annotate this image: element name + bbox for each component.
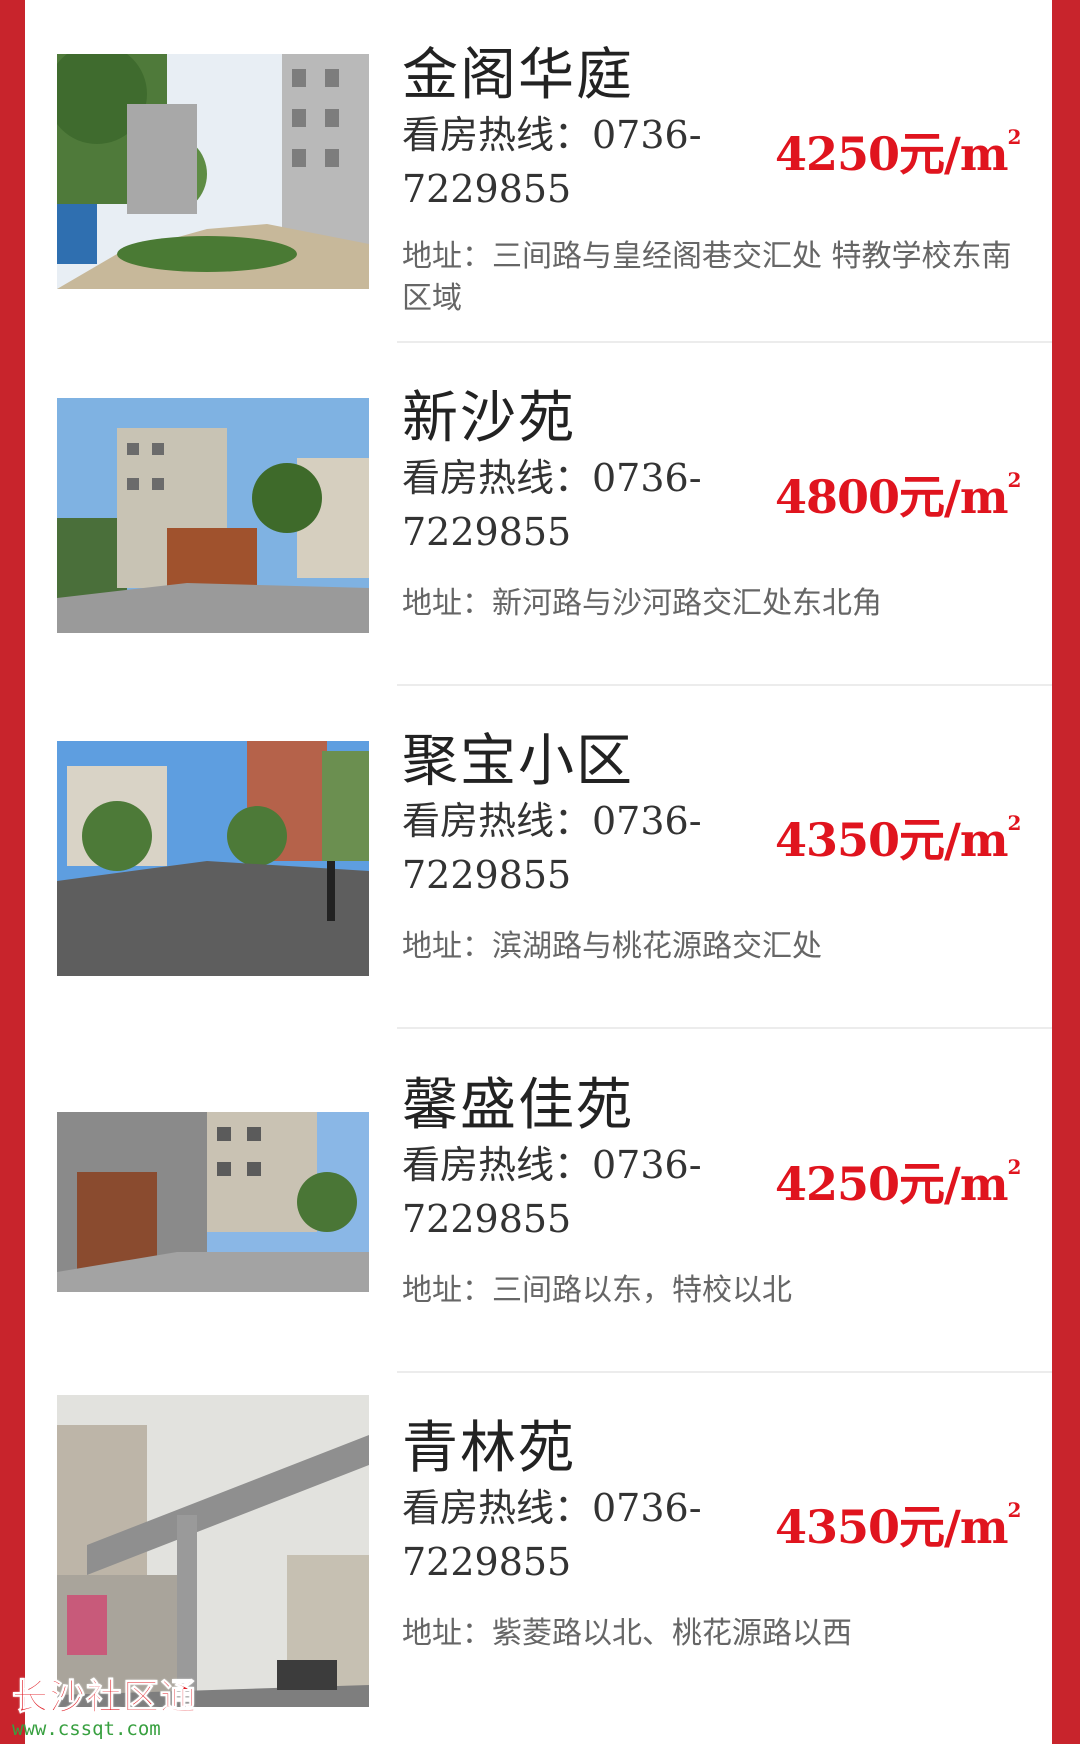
- divider: [397, 1027, 1052, 1029]
- price-value: 4350元/m: [775, 813, 1009, 867]
- property-name: 馨盛佳苑: [402, 1073, 634, 1138]
- unit-superscript: 2: [1007, 1498, 1022, 1522]
- price-value: 4250元/m: [775, 1157, 1009, 1211]
- watermark-title: 长沙社区通: [12, 1677, 198, 1719]
- property-photo[interactable]: [57, 398, 369, 633]
- unit-superscript: 2: [1007, 468, 1022, 492]
- unit-superscript: 2: [1007, 125, 1022, 149]
- price-per-sqm: 4250元/m2: [775, 1148, 1022, 1214]
- property-photo[interactable]: [57, 741, 369, 976]
- property-address: 地址：新河路与沙河路交汇处东北角: [402, 586, 882, 621]
- price-per-sqm: 4800元/m2: [775, 461, 1022, 527]
- price-value: 4350元/m: [775, 1500, 1009, 1554]
- watermark-url: www.cssqt.com: [12, 1718, 161, 1740]
- property-address: 地址：三间路以东，特校以北: [402, 1273, 792, 1308]
- property-photo[interactable]: [57, 1395, 369, 1707]
- viewing-hotline[interactable]: 看房热线：0736-7229855: [402, 1481, 702, 1589]
- property-address: 地址：三间路与皇经阁巷交汇处 特教学校东南区域: [402, 239, 1012, 316]
- price-per-sqm: 4350元/m2: [775, 804, 1022, 870]
- price-per-sqm: 4350元/m2: [775, 1491, 1022, 1557]
- property-address: 地址：滨湖路与桃花源路交汇处: [402, 929, 822, 964]
- property-name: 青林苑: [402, 1416, 576, 1481]
- price-value: 4250元/m: [775, 127, 1009, 181]
- property-address: 地址：紫菱路以北、桃花源路以西: [402, 1616, 852, 1651]
- viewing-hotline[interactable]: 看房热线：0736-7229855: [402, 451, 702, 559]
- listing-panel: 金阁华庭 看房热线：0736-7229855 4250元/m2 地址：三间路与皇…: [25, 0, 1052, 1744]
- property-name: 聚宝小区: [402, 729, 634, 794]
- property-photo[interactable]: [57, 54, 369, 289]
- price-value: 4800元/m: [775, 470, 1009, 524]
- unit-superscript: 2: [1007, 1155, 1022, 1179]
- property-name: 新沙苑: [402, 386, 576, 451]
- listing-item[interactable]: 新沙苑 看房热线：0736-7229855 4800元/m2 地址：新河路与沙河…: [25, 343, 1052, 686]
- viewing-hotline[interactable]: 看房热线：0736-7229855: [402, 108, 702, 216]
- viewing-hotline[interactable]: 看房热线：0736-7229855: [402, 794, 702, 902]
- viewing-hotline[interactable]: 看房热线：0736-7229855: [402, 1138, 702, 1246]
- unit-superscript: 2: [1007, 811, 1022, 835]
- listing-item[interactable]: 聚宝小区 看房热线：0736-7229855 4350元/m2 地址：滨湖路与桃…: [25, 686, 1052, 1029]
- listing-item[interactable]: 青林苑 看房热线：0736-7229855 4350元/m2 地址：紫菱路以北、…: [25, 1373, 1052, 1716]
- listing-item[interactable]: 金阁华庭 看房热线：0736-7229855 4250元/m2 地址：三间路与皇…: [25, 0, 1052, 343]
- property-name: 金阁华庭: [402, 43, 634, 108]
- price-per-sqm: 4250元/m2: [775, 118, 1022, 184]
- property-photo[interactable]: [57, 1112, 369, 1292]
- site-watermark: 长沙社区通 www.cssqt.com: [12, 1668, 252, 1741]
- listing-item[interactable]: 馨盛佳苑 看房热线：0736-7229855 4250元/m2 地址：三间路以东…: [25, 1030, 1052, 1373]
